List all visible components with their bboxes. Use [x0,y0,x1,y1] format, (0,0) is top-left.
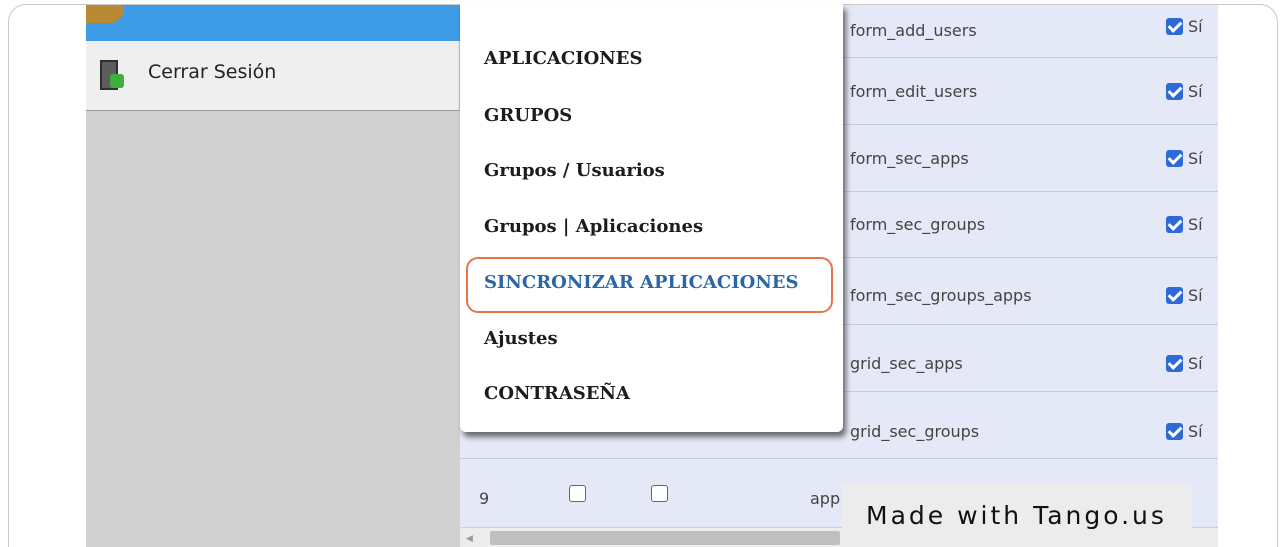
sidebar-item-selected[interactable] [86,5,460,41]
sidebar: Cerrar Sesión [86,5,460,547]
scrollbar-thumb[interactable] [490,531,840,545]
checkbox-checked-icon [1166,83,1183,100]
app-name-cell: form_edit_users [850,82,978,101]
menu-item-grupos-aplicaciones[interactable]: Grupos | Aplicaciones [484,216,703,237]
menu-item-ajustes[interactable]: Ajustes [484,328,558,349]
row-select-checkbox[interactable] [651,485,668,502]
access-checkbox[interactable]: Sí [1166,82,1203,101]
access-checkbox[interactable]: Sí [1166,149,1203,168]
dropdown-menu: APLICACIONES GRUPOS Grupos / Usuarios Gr… [460,4,843,432]
sidebar-item-logout[interactable]: Cerrar Sesión [86,41,460,111]
app-name-cell: grid_sec_apps [850,354,963,373]
menu-item-grupos[interactable]: GRUPOS [484,105,572,126]
app-name-cell: form_add_users [850,21,977,40]
app-name-cell: form_sec_groups_apps [850,286,1032,305]
access-checkbox[interactable]: Sí [1166,422,1203,441]
app-name-cell: form_sec_groups [850,215,986,234]
menu-item-aplicaciones[interactable]: APLICACIONES [484,48,642,69]
access-checkbox[interactable]: Sí [1166,215,1203,234]
checkbox-checked-icon [1166,18,1183,35]
package-icon [86,5,124,23]
access-checkbox[interactable]: Sí [1166,17,1203,36]
menu-item-sincronizar-aplicaciones[interactable]: SINCRONIZAR APLICACIONES [484,272,799,293]
app-name-cell: form_sec_apps [850,149,969,168]
row-select-checkbox[interactable] [569,485,586,502]
scroll-left-arrow-icon[interactable]: ◀ [466,533,473,544]
menu-item-grupos-usuarios[interactable]: Grupos / Usuarios [484,160,665,181]
tango-watermark: Made with Tango.us [842,483,1192,547]
app-name-cell: grid_sec_groups [850,422,980,441]
row-number: 9 [479,489,490,508]
menu-item-contrasena[interactable]: CONTRASEÑA [484,383,630,404]
access-checkbox[interactable]: Sí [1166,354,1203,373]
checkbox-checked-icon [1166,423,1183,440]
sidebar-item-label: Cerrar Sesión [148,60,277,83]
checkbox-checked-icon [1166,355,1183,372]
checkbox-checked-icon [1166,216,1183,233]
logout-door-icon [98,58,126,94]
checkbox-checked-icon [1166,150,1183,167]
access-checkbox[interactable]: Sí [1166,286,1203,305]
checkbox-checked-icon [1166,287,1183,304]
app-name-cell: app [810,489,841,508]
